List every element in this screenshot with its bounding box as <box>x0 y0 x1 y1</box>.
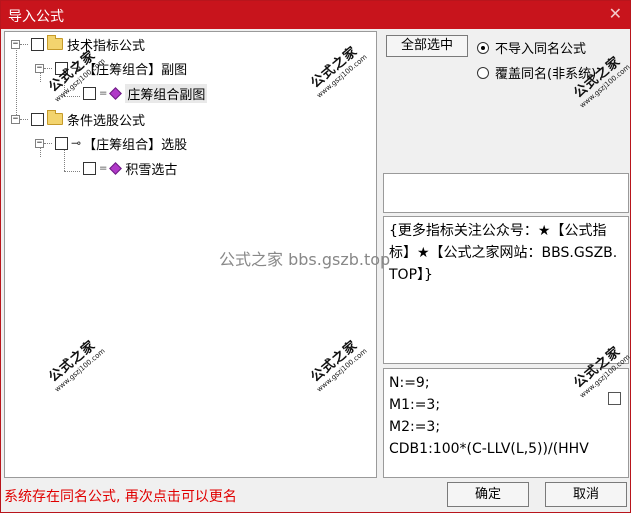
tree-item-jixue-formula[interactable]: = 积雪选古 <box>80 158 177 178</box>
tree-checkbox[interactable] <box>55 61 68 75</box>
collapse-icon[interactable]: − <box>35 138 44 148</box>
formula-icon <box>109 161 123 175</box>
tree-item-zhuangchou-subchart-formula[interactable]: = 庄筹组合副图 <box>80 83 208 103</box>
tree-item-zhuangchou-subchart[interactable]: − ⊸ 【庄筹组合】副图 <box>35 58 187 78</box>
formula-tree[interactable]: − 技术指标公式 − ⊸ 【庄筹组合】副图 = 庄筹组合副图 − 条件选股公式 <box>4 31 377 478</box>
title-bar[interactable]: 导入公式 ✕ <box>1 1 630 29</box>
code-line: N:=9; <box>389 375 430 391</box>
tree-checkbox[interactable] <box>55 136 68 150</box>
tree-checkbox[interactable] <box>31 112 44 126</box>
import-formula-dialog: 导入公式 ✕ − 技术指标公式 − ⊸ 【庄筹组合】副图 = 庄筹组合副图 − … <box>0 0 631 513</box>
description-box[interactable] <box>383 173 629 213</box>
tree-checkbox[interactable] <box>83 161 96 175</box>
tree-item-label: 积雪选古 <box>125 162 178 178</box>
radio-button[interactable] <box>477 66 489 79</box>
tree-item-label: 【庄筹组合】选股 <box>83 137 188 153</box>
cancel-button[interactable]: 取消 <box>545 482 627 507</box>
collapse-icon[interactable]: − <box>11 114 20 124</box>
collapse-icon[interactable]: − <box>35 63 44 73</box>
folder-icon <box>47 110 63 125</box>
select-all-button[interactable]: 全部选中 <box>386 35 468 57</box>
tree-connector <box>64 96 80 97</box>
formula-code: N:=9; M1:=3; M2:=3; CDB1:100*(C-LLV(L,5)… <box>389 372 604 460</box>
radio-label: 不导入同名公式 <box>495 42 587 57</box>
collapse-icon[interactable]: − <box>11 39 20 49</box>
close-icon[interactable]: ✕ <box>609 4 622 23</box>
info-text: {更多指标关注公众号：★【公式指标】★【公式之家网站：BBS.GSZB.TOP】… <box>389 223 618 283</box>
tree-connector <box>64 171 80 172</box>
status-message: 系统存在同名公式, 再次点击可以更名 <box>4 489 237 505</box>
code-line: M2:=3; <box>389 419 441 435</box>
window-title: 导入公式 <box>8 9 64 25</box>
tree-item-zhuangchou-selection[interactable]: − ⊸ 【庄筹组合】选股 <box>35 133 187 153</box>
radio-label: 覆盖同名(非系统) <box>495 67 597 82</box>
radio-skip-duplicates[interactable]: 不导入同名公式 <box>477 38 586 57</box>
code-checkbox[interactable] <box>608 392 621 405</box>
tree-item-label: 庄筹组合副图 <box>125 83 208 103</box>
tree-item-indicator-formulas[interactable]: − 技术指标公式 <box>11 34 145 54</box>
tree-checkbox[interactable] <box>31 37 44 51</box>
folder-icon <box>47 35 63 50</box>
tree-item-label: 【庄筹组合】副图 <box>83 62 188 78</box>
tree-item-label: 技术指标公式 <box>67 38 146 54</box>
code-line: CDB1:100*(C-LLV(L,5))/(HHV <box>389 441 589 457</box>
tree-item-stock-selection-formulas[interactable]: − 条件选股公式 <box>11 109 145 129</box>
key-icon: ⊸ <box>71 136 82 150</box>
radio-overwrite-duplicates[interactable]: 覆盖同名(非系统) <box>477 63 596 82</box>
radio-button[interactable] <box>477 41 489 54</box>
tree-item-label: 条件选股公式 <box>67 113 146 129</box>
code-line: M1:=3; <box>389 397 441 413</box>
tree-checkbox[interactable] <box>83 86 96 100</box>
formula-icon <box>109 86 123 100</box>
key-icon: ⊸ <box>71 61 82 75</box>
confirm-button[interactable]: 确定 <box>447 482 529 507</box>
